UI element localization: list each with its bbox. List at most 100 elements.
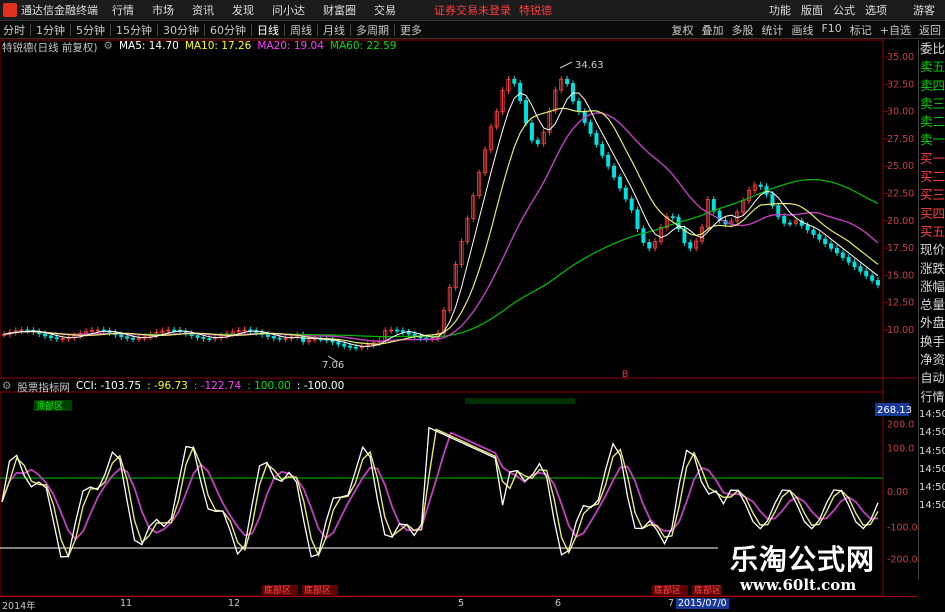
period-multi[interactable]: 多周期: [356, 22, 389, 38]
candle-body: [758, 184, 763, 187]
settings-gear-icon[interactable]: ⚙: [104, 40, 113, 54]
candle-body: [412, 333, 417, 337]
side-item[interactable]: 买五: [919, 223, 945, 241]
side-item[interactable]: 涨跌: [919, 260, 945, 278]
cci-value: : -96.73: [147, 380, 188, 392]
period-60min[interactable]: 60分钟: [210, 22, 246, 38]
period-weekly[interactable]: 周线: [290, 22, 312, 38]
tool-multi-stock[interactable]: 多股: [731, 22, 753, 38]
login-warning[interactable]: 证券交易未登录: [434, 2, 511, 18]
current-value: 268.13: [877, 405, 912, 416]
side-item[interactable]: 卖四: [919, 77, 945, 95]
chart-canvas[interactable]: 35.00 32.50 30.00 27.50 25.00 22.50 20.00 17.50…: [0, 0, 945, 609]
tool-f10[interactable]: F10: [821, 22, 841, 38]
side-item[interactable]: 买一: [919, 150, 945, 168]
main-chart-frame: [0, 39, 884, 379]
period-monthly[interactable]: 月线: [323, 22, 345, 38]
menu-trade[interactable]: 交易: [374, 2, 396, 18]
candle-body: [230, 331, 235, 335]
candle-body: [512, 78, 517, 84]
period-timeshare[interactable]: 分时: [3, 22, 25, 38]
tool-draw[interactable]: 画线: [791, 22, 813, 38]
candle-body: [600, 143, 605, 156]
candle-body: [307, 339, 312, 342]
tool-overlay[interactable]: 叠加: [701, 22, 723, 38]
menu-discover[interactable]: 发现: [232, 2, 254, 18]
menu-news[interactable]: 资讯: [192, 2, 214, 18]
candle-body: [465, 218, 470, 242]
candle-body: [799, 220, 804, 226]
menu-function[interactable]: 功能: [769, 2, 791, 18]
tool-mark[interactable]: 标记: [850, 22, 872, 38]
guest-label[interactable]: 游客: [913, 2, 935, 18]
menu-wealth[interactable]: 财富圈: [323, 2, 356, 18]
ma60-line: [3, 178, 879, 338]
side-item[interactable]: 卖三: [919, 95, 945, 113]
max-price-label: 34.63: [575, 60, 604, 71]
menu-ask[interactable]: 问小达: [272, 2, 305, 18]
settings-gear-icon[interactable]: ⚙: [2, 380, 11, 394]
candle-body: [547, 110, 552, 133]
side-item[interactable]: 买四: [919, 205, 945, 223]
side-item[interactable]: 卖一: [919, 131, 945, 149]
candle-body: [752, 184, 757, 191]
period-15min[interactable]: 15分钟: [116, 22, 152, 38]
tool-statistics[interactable]: 统计: [761, 22, 783, 38]
menu-formula[interactable]: 公式: [833, 2, 855, 18]
indicator-tick-label: -100.0: [887, 523, 918, 534]
menu-options[interactable]: 选项: [865, 2, 887, 18]
cursor-date: 2015/07/0: [676, 598, 729, 609]
candle-body: [89, 329, 94, 332]
candle-body: [870, 275, 875, 281]
menu-quotes[interactable]: 行情: [112, 2, 134, 18]
price-tick-label: 35.00: [887, 52, 914, 63]
candle-body: [265, 334, 270, 337]
candle-body: [565, 78, 570, 85]
period-daily[interactable]: 日线: [257, 22, 279, 38]
main-info-line: 特锐德(日线 前复权) ⚙ MA5: 14.70 MA10: 17.26 MA2…: [2, 40, 396, 54]
tool-adjust[interactable]: 复权: [671, 22, 693, 38]
min-marker: [327, 355, 339, 363]
candle-body: [770, 193, 775, 207]
side-item[interactable]: 委比: [919, 40, 945, 58]
candle-body: [395, 329, 400, 332]
side-footer-item: 行情: [920, 389, 945, 404]
red-tag-bg: [652, 585, 688, 595]
date-label: 6: [555, 598, 562, 609]
watermark-url: www.60lt.com: [740, 576, 857, 594]
candle-body: [66, 337, 71, 339]
period-more[interactable]: 更多: [400, 22, 422, 38]
period-5min[interactable]: 5分钟: [76, 22, 105, 38]
current-value-badge: [875, 403, 909, 416]
side-item[interactable]: 买三: [919, 186, 945, 204]
side-items: 委比 卖五 卖四 卖三 卖二 卖一 买一 买二 买三 买四 买五 现价 涨跌 涨幅 总量 外盘 换手 净资 自动 行情…: [919, 40, 945, 516]
side-item[interactable]: 卖五: [919, 58, 945, 76]
menu-market[interactable]: 市场: [152, 2, 174, 18]
side-item[interactable]: 卖二: [919, 113, 945, 131]
side-item[interactable]: 净资: [919, 351, 945, 369]
side-item[interactable]: 现价: [919, 241, 945, 259]
side-item[interactable]: 涨幅: [919, 278, 945, 296]
candle-body: [606, 154, 611, 167]
side-item[interactable]: 换手: [919, 333, 945, 351]
side-item[interactable]: 外盘: [919, 314, 945, 332]
candle-body: [131, 337, 136, 340]
candle-body: [400, 330, 405, 333]
candle-body: [424, 337, 429, 340]
period-30min[interactable]: 30分钟: [163, 22, 199, 38]
candle-body: [717, 210, 722, 221]
divider: [157, 23, 158, 36]
tool-add-watchlist[interactable]: +自选: [880, 22, 911, 38]
period-1min[interactable]: 1分钟: [36, 22, 65, 38]
candle-body: [741, 200, 746, 213]
ma5-label: MA5: 14.70: [118, 40, 179, 52]
menu-layout[interactable]: 版面: [801, 2, 823, 18]
side-item[interactable]: 总量: [919, 296, 945, 314]
candle-body: [54, 337, 59, 340]
divider: [251, 23, 252, 36]
tool-back[interactable]: 返回: [919, 22, 941, 38]
candle-body: [482, 149, 487, 174]
candle-body: [201, 337, 206, 339]
candle-body: [224, 333, 229, 337]
side-item[interactable]: 买二: [919, 168, 945, 186]
